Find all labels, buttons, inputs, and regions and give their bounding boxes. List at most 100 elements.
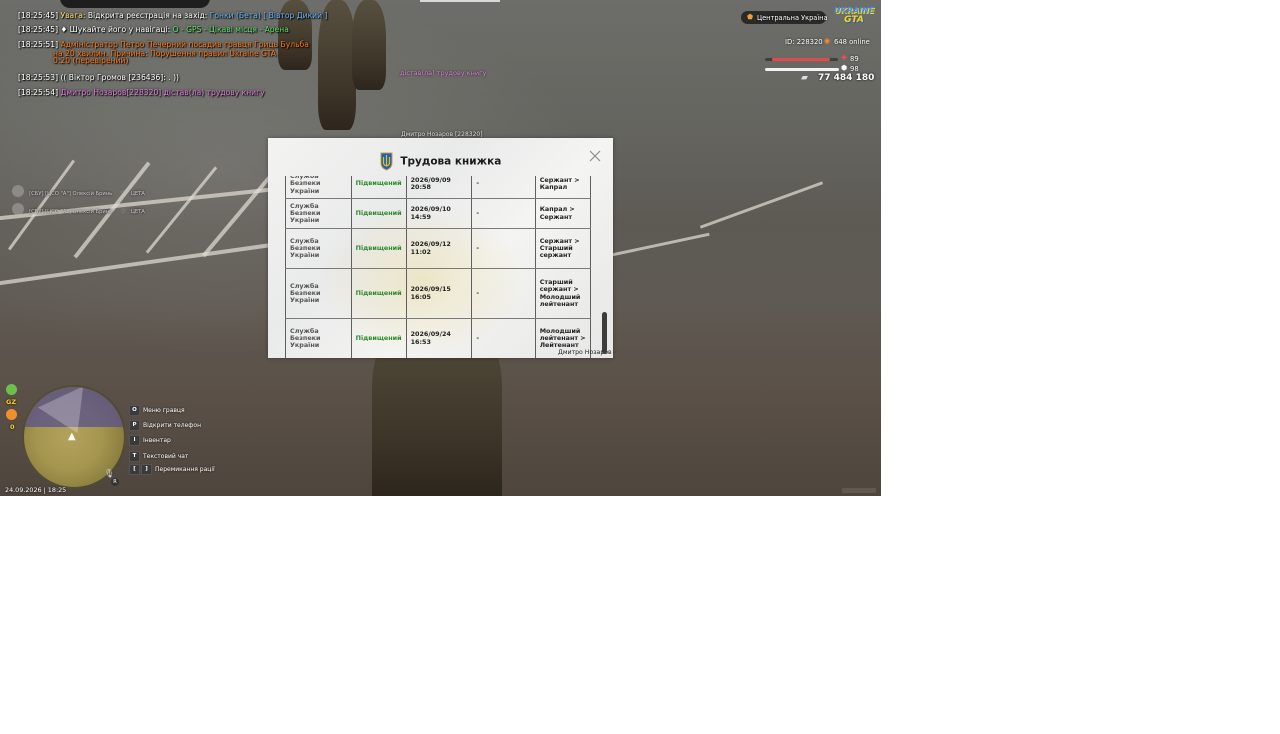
armor-value: 98 [850, 65, 859, 73]
keybind-key: I [129, 435, 140, 446]
chat-message-part: Увага: [58, 11, 88, 20]
keybind-key: O [129, 405, 140, 416]
radio-key-label: Перемикання рації [155, 466, 215, 473]
server-badge: ⬟ Центральна Україна [741, 11, 828, 24]
npc-avatar-icon [12, 202, 24, 215]
note-cell: - [471, 228, 536, 270]
money-value: 77 484 180 [818, 73, 875, 83]
npc-avatar-icon [12, 184, 24, 197]
money-icon: ▰ [801, 73, 808, 83]
work-history-table: Служба Безпеки України Підвищений 2026/09/… [285, 176, 591, 358]
rank-cell: Старший сержант > Молодший лейтенант [534, 268, 591, 320]
car-silhouette [420, 0, 500, 2]
org-cell: Служба Безпеки України [285, 198, 352, 230]
work-book-dialog: Трудова книжка Служба Безпеки України Під… [268, 138, 613, 358]
player-name-tag: Дмитро Нозаров [228320] [401, 131, 483, 138]
npc-tag-name: [СБУ] [ЦСО "А"] Олексій Бринь [29, 191, 113, 197]
org-cell: Служба Безпеки України [285, 176, 352, 200]
radio-key-1: [ [129, 464, 140, 475]
chat-timestamp: [18:25:54] [18, 88, 59, 97]
game-logo: UKRAINE GTA [834, 6, 874, 28]
date-cell: 2026/09/10 14:59 [405, 198, 473, 230]
chat-timestamp: [18:25:51] [18, 40, 59, 49]
status-icon-orange [6, 409, 17, 420]
type-cell: Підвищений [350, 268, 407, 320]
datetime: 24.09.2026 | 18:25 [5, 486, 67, 494]
note-cell: - [471, 268, 536, 320]
online-count: 648 online [834, 38, 870, 46]
car-silhouette [60, 0, 210, 8]
minimap-badge-2: 0 [10, 423, 15, 431]
chat-message-part: ♦ Шукайте його у навігаці: [58, 25, 173, 34]
logo-line-1: UKRAINE [834, 6, 875, 15]
org-cell: Служба Безпеки України [285, 318, 352, 358]
date-cell: 2026/09/12 11:02 [405, 228, 473, 270]
rank-cell: Сержант > Капрал [534, 176, 591, 200]
npc-tag: [СБУ] [ЦСО "А"] Олексій Бринь ♡ ЦЕТА [12, 180, 145, 199]
chat-line: [18:25:45] ♦ Шукайте його у навігаці: O … [18, 25, 289, 35]
chat-line: 0:20 (перевірений) [53, 56, 128, 66]
type-cell: Підвищений [350, 228, 407, 270]
date-cell: 2026/09/09 20:58 [405, 176, 473, 200]
chat-message-part: (( Віктор Громов [236436]: . )) [58, 73, 179, 82]
minimap-badge-1: GZ [6, 398, 17, 406]
chat-timestamp: [18:25:45] [18, 11, 59, 20]
armor-bar-fill [765, 68, 839, 71]
server-name: Центральна Україна [757, 14, 828, 22]
table-row: Служба Безпеки України Підвищений 2026/09/… [285, 318, 591, 358]
road-marking [145, 166, 218, 254]
npc-tag-status: ЦЕТА [130, 191, 145, 197]
dialog-title: Трудова книжка [268, 152, 613, 171]
chat-message-part: Гонки (Бета) [ Вівтор Дикий ] [209, 11, 328, 20]
status-icon-green [6, 384, 17, 395]
keybind-label: Відкрити телефон [143, 422, 202, 429]
org-cell: Служба Безпеки України [285, 228, 352, 270]
action-text: дістав(ла) трудову книгу [400, 69, 487, 77]
type-cell: Підвищений [350, 176, 407, 200]
chat-message-part: O - GPS - Цікаві місця - Арена [172, 25, 289, 34]
rank-cell: Сержант > Старший сержант [534, 228, 591, 270]
shield-icon: ⬢ [841, 64, 848, 72]
chat-line: [18:25:54] Дмитро Нозаров[228320] дістав… [18, 88, 265, 98]
npc-tag-name: [СБУ] [ЦСО "А"] Олексій Бринь [29, 209, 113, 215]
table-row: Служба Безпеки України Підвищений 2026/09/… [285, 228, 591, 270]
trident-emblem-icon [380, 152, 393, 171]
player-id: ID: 228320 [785, 38, 823, 46]
online-icon: ◉ [824, 37, 831, 45]
chat-message-part: Дмитро Нозаров[228320] дістав(ла) трудов… [58, 88, 265, 97]
keybind-label: Меню гравця [143, 407, 185, 414]
chat-message-part: Відкрита реєстрація на захід: [87, 11, 210, 20]
chat-line: [18:25:45] Увага: Відкрита реєстрація на… [18, 11, 327, 21]
note-cell: - [471, 176, 536, 200]
table-row: Служба Безпеки України Підвищений 2026/09/… [285, 176, 591, 200]
rank-cell: Капрал > Сержант [534, 198, 591, 230]
health-value: 89 [850, 55, 859, 63]
chat-message-part: 0:20 (перевірений) [53, 56, 129, 65]
microphone-icon: 🎙 [104, 469, 115, 478]
chat-line: [18:25:53] (( Віктор Громов [236436]: . … [18, 73, 179, 83]
keybind-label: Текстовий чат [143, 453, 189, 460]
logo-line-2: GTA [844, 15, 864, 25]
heart-icon: ✚ [841, 54, 847, 62]
date-cell: 2026/09/24 16:53 [405, 318, 473, 358]
type-cell: Підвищений [350, 198, 407, 230]
dialog-title-text: Трудова книжка [400, 155, 502, 168]
chat-timestamp: [18:25:45] [18, 25, 59, 34]
player-arrow-icon: ▲ [68, 431, 76, 442]
table-scrollbar-thumb[interactable] [602, 312, 607, 354]
chat-timestamp: [18:25:53] [18, 73, 59, 82]
work-history-table-wrap[interactable]: Служба Безпеки України Підвищений 2026/09/… [285, 176, 591, 358]
note-cell: - [471, 198, 536, 230]
chat-message-part: Адміністратор Петро Печерний посадив гра… [58, 40, 309, 49]
npc-tag-status: ЦЕТА [130, 209, 145, 215]
minimap-marker: R [111, 478, 119, 486]
radio-key-2: ] [141, 464, 152, 475]
keybind-key: T [129, 451, 140, 462]
heart-icon: ♡ [120, 190, 126, 197]
heart-icon: ♡ [120, 208, 126, 215]
close-icon[interactable] [588, 148, 602, 162]
date-cell: 2026/09/15 16:05 [405, 268, 473, 320]
npc-tag: [СБУ] [ЦСО "А"] Олексій Бринь ♡ ЦЕТА [12, 198, 145, 217]
keybind-label: Інвентар [143, 437, 171, 444]
road-marking [699, 181, 824, 229]
